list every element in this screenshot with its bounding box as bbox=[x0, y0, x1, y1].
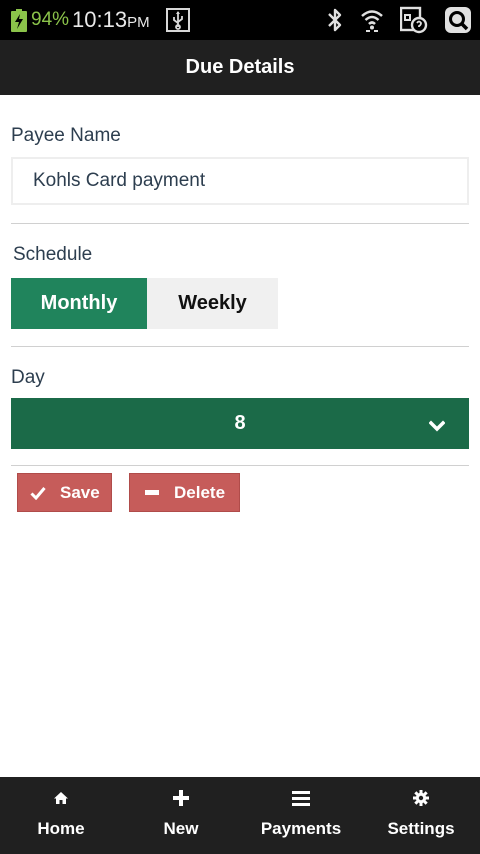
bluetooth-icon bbox=[326, 7, 344, 33]
nav-new[interactable]: New bbox=[122, 777, 240, 854]
clock-suffix: PM bbox=[127, 14, 150, 31]
search-app-icon bbox=[444, 6, 472, 34]
clock-time: 10:13 bbox=[72, 7, 128, 32]
title-bar: Due Details bbox=[0, 40, 480, 95]
divider bbox=[11, 223, 469, 224]
nav-settings[interactable]: Settings bbox=[362, 777, 480, 854]
save-button-label: Save bbox=[60, 482, 100, 502]
divider bbox=[11, 465, 469, 466]
schedule-label: Schedule bbox=[13, 244, 93, 265]
screenshot-app-icon bbox=[400, 6, 428, 34]
clock: 10:13PM bbox=[72, 7, 150, 33]
plus-icon bbox=[173, 789, 189, 807]
status-left: 94% 10:13PM bbox=[11, 7, 190, 33]
payee-name-label: Payee Name bbox=[11, 125, 121, 146]
delete-button-label: Delete bbox=[174, 482, 226, 502]
minus-icon bbox=[144, 485, 160, 501]
payee-name-input[interactable] bbox=[11, 157, 469, 205]
nav-payments[interactable]: Payments bbox=[240, 777, 362, 854]
home-icon bbox=[53, 789, 69, 807]
nav-payments-label: Payments bbox=[260, 819, 342, 838]
schedule-monthly-button[interactable]: Monthly bbox=[11, 278, 147, 329]
check-icon bbox=[30, 485, 46, 501]
wifi-icon bbox=[360, 7, 384, 33]
page-title: Due Details bbox=[185, 56, 295, 78]
day-select[interactable]: 8 bbox=[11, 398, 469, 449]
list-icon bbox=[292, 789, 310, 807]
status-bar: 94% 10:13PM bbox=[0, 0, 480, 40]
usb-icon bbox=[165, 8, 190, 32]
chevron-down-icon bbox=[428, 415, 446, 438]
save-button[interactable]: Save bbox=[17, 473, 112, 512]
status-right bbox=[326, 6, 472, 34]
day-value: 8 bbox=[234, 412, 246, 434]
nav-home-label: Home bbox=[37, 819, 85, 838]
nav-home[interactable]: Home bbox=[0, 777, 122, 854]
nav-new-label: New bbox=[163, 819, 199, 838]
battery-percent: 94% bbox=[31, 9, 70, 30]
delete-button[interactable]: Delete bbox=[129, 473, 240, 512]
divider bbox=[11, 346, 469, 347]
schedule-weekly-button[interactable]: Weekly bbox=[147, 278, 278, 329]
day-label: Day bbox=[11, 367, 45, 388]
nav-settings-label: Settings bbox=[387, 819, 455, 838]
battery-charging-icon bbox=[11, 8, 27, 32]
gear-icon bbox=[413, 789, 429, 807]
bottom-nav: Home New Payments Settings bbox=[0, 777, 480, 854]
